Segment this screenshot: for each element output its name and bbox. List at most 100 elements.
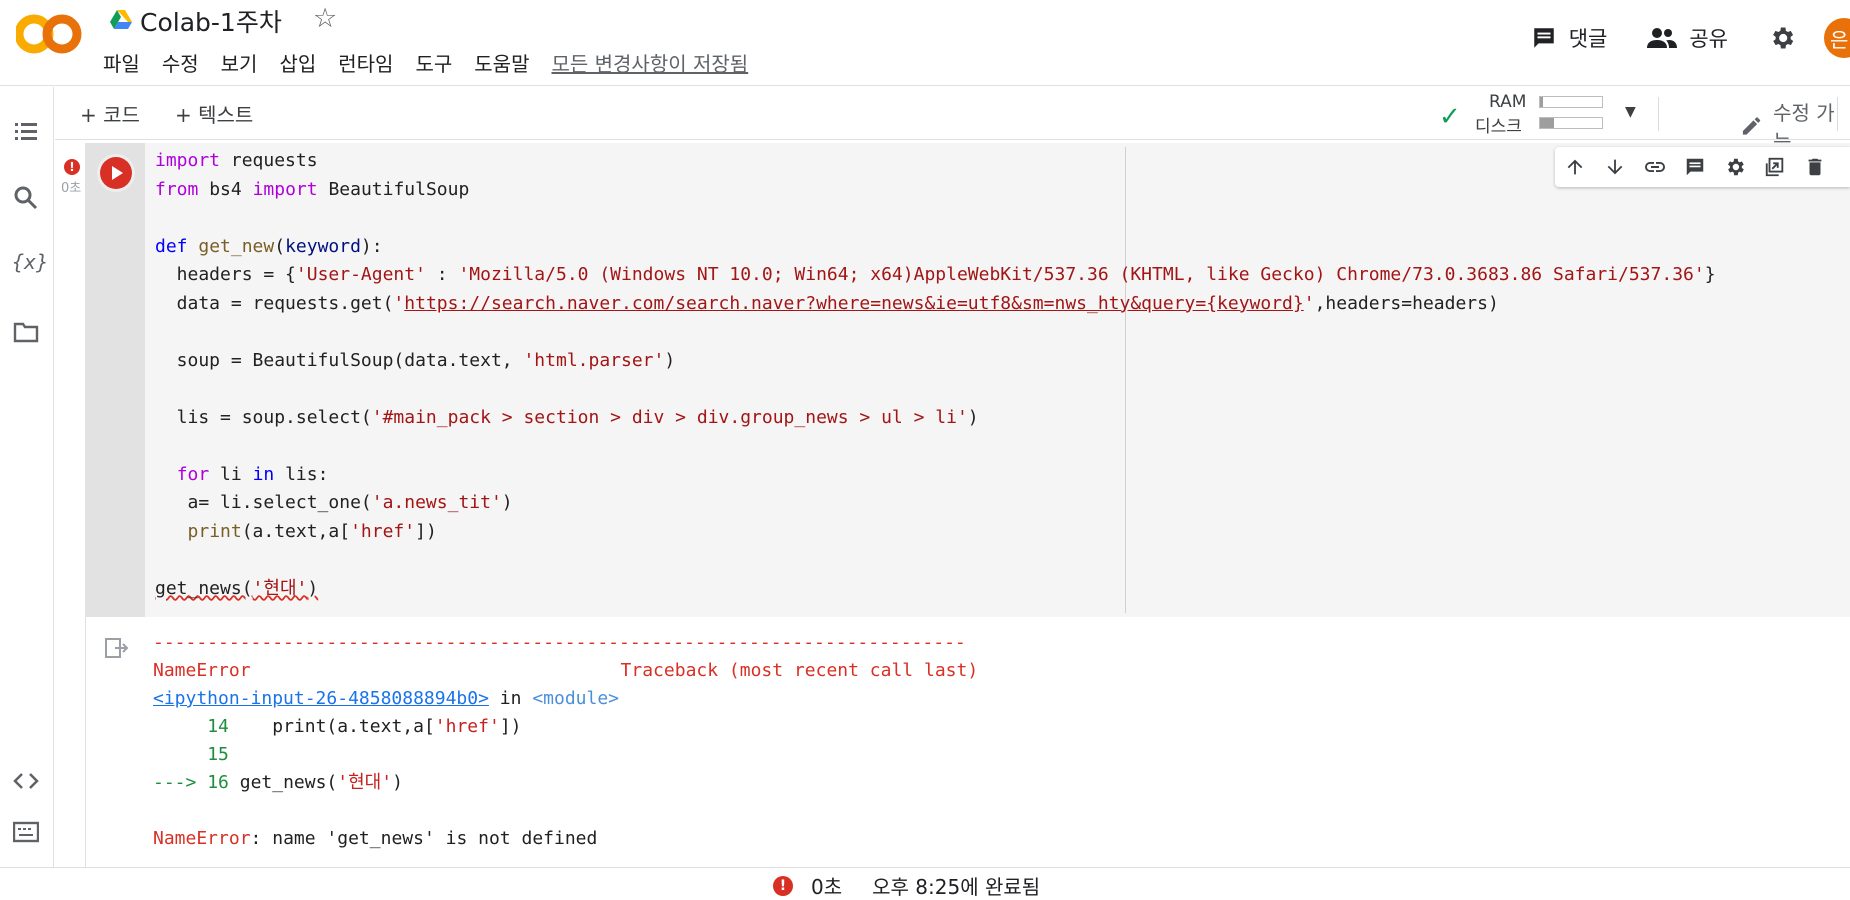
menu-help[interactable]: 도움말 <box>474 48 529 77</box>
module-ref: <module> <box>532 688 620 709</box>
connected-check-icon: ✓ <box>1439 102 1461 132</box>
code-token: keyword <box>285 235 361 257</box>
code-line: for li in lis: <box>176 463 329 485</box>
ram-label: RAM <box>1489 92 1527 112</box>
code-token: in <box>252 463 275 485</box>
output-line: ---> 16 get_news('현대') <box>153 769 978 797</box>
left-sidebar: {x} <box>0 87 54 867</box>
gear-icon[interactable] <box>1715 147 1755 187</box>
trace-code: print(a.text,a['href']) <box>272 716 522 737</box>
colab-logo[interactable] <box>16 14 82 54</box>
star-icon[interactable]: ☆ <box>313 3 337 34</box>
code-token: 'https://search.naver.com/search.naver?w… <box>393 292 1315 314</box>
status-bar: ! 0초 오후 8:25에 완료됨 <box>0 867 1850 900</box>
code-token: 'html.parser' <box>523 349 665 371</box>
output-line: NameError: name 'get_news' is not define… <box>153 828 598 849</box>
code-cell[interactable]: ! 0초 import requests from bs4 import Beau… <box>55 143 1850 867</box>
resources-indicator[interactable]: ✓ RAM 디스크 ▼ <box>1439 90 1709 137</box>
table-of-contents-icon[interactable] <box>13 118 39 144</box>
divider <box>1837 97 1838 131</box>
code-token: print <box>187 520 242 542</box>
output-clear-icon[interactable] <box>105 637 129 659</box>
saved-status[interactable]: 모든 변경사항이 저장됨 <box>551 48 748 77</box>
menu-insert[interactable]: 삽입 <box>279 48 316 77</box>
terminal-icon[interactable] <box>13 819 39 845</box>
output-dashes: ----------------------------------------… <box>153 632 966 653</box>
code-token: def <box>155 235 188 257</box>
disk-label: 디스크 <box>1475 117 1522 137</box>
code-line: import requests <box>155 147 1716 176</box>
trace-code: get_news('현대') <box>239 772 403 793</box>
link-icon[interactable] <box>1635 147 1675 187</box>
code-token: 'a.news_tit' <box>371 492 502 513</box>
comment-icon[interactable] <box>1675 147 1715 187</box>
code-token: get_news('현대') <box>155 577 319 599</box>
search-icon[interactable] <box>13 185 39 211</box>
cell-status: ! 0초 <box>61 159 81 196</box>
google-drive-icon[interactable] <box>110 10 132 30</box>
disk-meter <box>1539 117 1603 129</box>
code-line: get_news('현대') <box>155 575 1716 604</box>
add-text-button[interactable]: + 텍스트 <box>175 99 253 128</box>
status-content[interactable]: ! 0초 오후 8:25에 완료됨 <box>773 871 1040 900</box>
code-token: import <box>252 178 318 200</box>
divider <box>1658 97 1659 131</box>
code-snippets-icon[interactable] <box>13 768 39 794</box>
error-icon: ! <box>64 159 80 175</box>
cell-toolbar <box>1555 147 1850 187</box>
mirror-cell-icon[interactable] <box>1755 147 1795 187</box>
code-token: BeautifulSoup <box>328 178 470 200</box>
menu-view[interactable]: 보기 <box>221 48 258 77</box>
ram-meter <box>1539 96 1603 108</box>
code-token: bs4 <box>209 178 242 200</box>
add-code-button[interactable]: + 코드 <box>80 99 140 128</box>
disk-meter-fill <box>1540 118 1554 128</box>
status-completed: 오후 8:25에 완료됨 <box>872 875 1041 899</box>
chevron-down-icon[interactable]: ▼ <box>1625 104 1636 120</box>
share-button[interactable]: 공유 <box>1647 23 1728 53</box>
gear-icon[interactable] <box>1768 24 1796 52</box>
variables-icon[interactable]: {x} <box>12 250 48 276</box>
output-line: 15 <box>153 741 978 769</box>
output-line: <ipython-input-26-4858088894b0> in <modu… <box>153 685 978 713</box>
menu-edit[interactable]: 수정 <box>162 48 199 77</box>
exec-time: 0초 <box>61 181 82 196</box>
code-url[interactable]: https://search.naver.com/search.naver?wh… <box>404 293 1303 314</box>
code-line: data = requests.get('https://search.nave… <box>155 292 1499 314</box>
header-actions: 댓글 공유 은 <box>1531 18 1850 58</box>
avatar[interactable]: 은 <box>1824 18 1850 58</box>
in-word: in <box>499 688 522 709</box>
code-token: 'Mozilla/5.0 (Windows NT 10.0; Win64; x6… <box>458 264 1705 285</box>
move-up-icon[interactable] <box>1555 147 1595 187</box>
error-name: NameError <box>153 660 251 681</box>
menu-bar: 파일 수정 보기 삽입 런타임 도구 도움말 모든 변경사항이 저장됨 <box>103 48 770 77</box>
line-number: 16 <box>207 772 229 793</box>
input-ref-link[interactable]: <ipython-input-26-4858088894b0> <box>153 688 489 709</box>
code-line: def get_new(keyword): <box>155 235 383 257</box>
menu-tools[interactable]: 도구 <box>415 48 452 77</box>
output-line: 14 print(a.text,a['href']) <box>153 713 978 741</box>
code-text[interactable]: import requests from bs4 import Beautiful… <box>155 147 1716 603</box>
code-editor[interactable]: import requests from bs4 import Beautiful… <box>145 143 1850 617</box>
delete-icon[interactable] <box>1795 147 1835 187</box>
line-number: 14 <box>207 716 229 737</box>
cell-gutter <box>85 143 145 617</box>
status-time: 0초 <box>811 875 843 899</box>
comment-button[interactable]: 댓글 <box>1531 23 1607 53</box>
error-name: NameError <box>153 828 251 849</box>
document-title[interactable]: Colab-1주차 <box>140 3 282 39</box>
code-line: print(a.text,a['href']) <box>187 520 437 542</box>
run-cell-button[interactable] <box>100 157 132 189</box>
menu-runtime[interactable]: 런타임 <box>338 48 393 77</box>
code-token: '#main_pack > section > div > div.group_… <box>371 406 968 428</box>
code-line: from bs4 import BeautifulSoup <box>155 176 1716 205</box>
line-number: 15 <box>207 744 229 765</box>
menu-file[interactable]: 파일 <box>103 48 140 77</box>
folder-icon[interactable] <box>13 319 39 345</box>
code-token: get_new <box>198 235 275 257</box>
move-down-icon[interactable] <box>1595 147 1635 187</box>
